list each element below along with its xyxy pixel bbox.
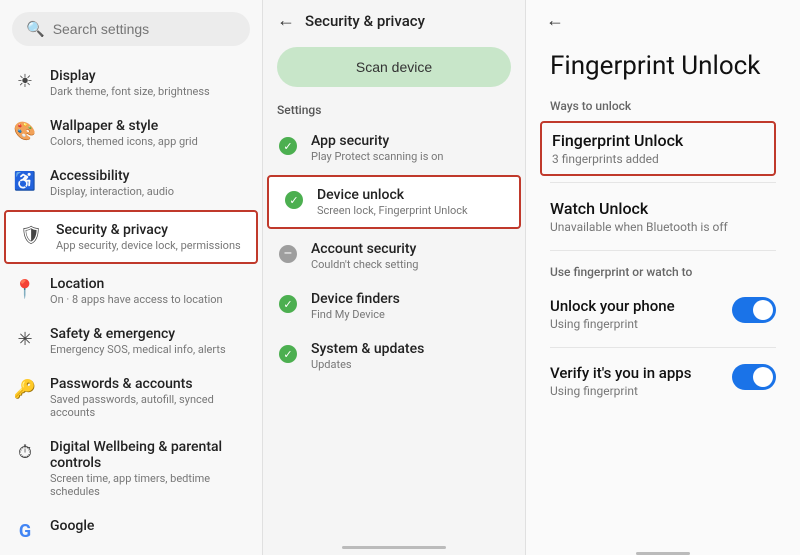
divider-2 <box>550 250 776 251</box>
toggle-row-verify-apps: Verify it's you in apps Using fingerprin… <box>550 354 776 408</box>
divider-1 <box>550 182 776 183</box>
unlock-phone-toggle-title: Unlock your phone <box>550 297 675 315</box>
sidebar-item-passwords-subtitle: Saved passwords, autofill, synced accoun… <box>50 393 248 419</box>
sidebar-item-accessibility-title: Accessibility <box>50 168 174 184</box>
middle-panel: ← Security & privacy Scan device Setting… <box>263 0 526 555</box>
location-icon: 📍 <box>14 278 36 300</box>
divider-3 <box>550 347 776 348</box>
sidebar-item-accessibility-subtitle: Display, interaction, audio <box>50 185 174 198</box>
mid-item-device-finders[interactable]: ✓ Device finders Find My Device <box>263 281 525 331</box>
sidebar-item-security[interactable]: 🛡 Security & privacy App security, devic… <box>4 210 258 264</box>
mid-section-label: Settings <box>263 99 525 123</box>
toggle-row-unlock-phone: Unlock your phone Using fingerprint <box>550 287 776 341</box>
mid-item-system-updates[interactable]: ✓ System & updates Updates <box>263 331 525 381</box>
right-header: ← <box>526 0 800 41</box>
wallpaper-icon: 🎨 <box>14 120 36 142</box>
mid-back-button[interactable]: ← <box>277 10 295 31</box>
account-security-title: Account security <box>311 241 419 257</box>
search-icon: 🔍 <box>26 20 45 38</box>
sidebar-item-display-subtitle: Dark theme, font size, brightness <box>50 85 210 98</box>
account-security-subtitle: Couldn't check setting <box>311 258 419 271</box>
nav-items: ☀ Display Dark theme, font size, brightn… <box>0 54 262 555</box>
app-security-subtitle: Play Protect scanning is on <box>311 150 443 163</box>
watch-unlock-title: Watch Unlock <box>550 199 776 218</box>
sidebar-item-wellbeing-title: Digital Wellbeing & parental controls <box>50 439 248 471</box>
mid-items-list: ✓ App security Play Protect scanning is … <box>263 123 525 540</box>
verify-apps-toggle-title: Verify it's you in apps <box>550 364 691 382</box>
sidebar-item-safety-subtitle: Emergency SOS, medical info, alerts <box>50 343 226 356</box>
mid-item-account-security[interactable]: – Account security Couldn't check settin… <box>263 231 525 281</box>
fingerprint-unlock-title: Fingerprint Unlock <box>552 131 764 150</box>
sidebar-item-passwords[interactable]: 🔑 Passwords & accounts Saved passwords, … <box>0 366 262 429</box>
account-security-status-icon: – <box>277 243 299 265</box>
page-title: Fingerprint Unlock <box>550 51 776 81</box>
right-item-fingerprint-unlock[interactable]: Fingerprint Unlock 3 fingerprints added <box>540 121 776 176</box>
system-updates-status-icon: ✓ <box>277 343 299 365</box>
sidebar-item-display[interactable]: ☀ Display Dark theme, font size, brightn… <box>0 58 262 108</box>
device-unlock-title: Device unlock <box>317 187 468 203</box>
sidebar-item-location[interactable]: 📍 Location On · 8 apps have access to lo… <box>0 266 262 316</box>
sidebar-item-passwords-title: Passwords & accounts <box>50 376 248 392</box>
right-main-content: Fingerprint Unlock Ways to unlock Finger… <box>526 41 800 552</box>
scan-device-button[interactable]: Scan device <box>277 47 511 87</box>
sidebar-item-security-subtitle: App security, device lock, permissions <box>56 239 241 252</box>
accessibility-icon: ♿ <box>14 170 36 192</box>
safety-icon: ✳ <box>14 328 36 350</box>
sidebar-item-google-title: Google <box>50 518 94 534</box>
mid-item-app-security[interactable]: ✓ App security Play Protect scanning is … <box>263 123 525 173</box>
sidebar-item-safety-title: Safety & emergency <box>50 326 226 342</box>
sidebar-item-display-title: Display <box>50 68 210 84</box>
device-unlock-subtitle: Screen lock, Fingerprint Unlock <box>317 204 468 217</box>
verify-apps-toggle-subtitle: Using fingerprint <box>550 384 691 398</box>
right-panel: ← Fingerprint Unlock Ways to unlock Fing… <box>526 0 800 555</box>
sidebar-item-security-title: Security & privacy <box>56 222 241 238</box>
left-panel: 🔍 ☀ Display Dark theme, font size, brigh… <box>0 0 263 555</box>
sidebar-item-wellbeing-subtitle: Screen time, app timers, bedtime schedul… <box>50 472 248 498</box>
display-icon: ☀ <box>14 70 36 92</box>
sidebar-item-wallpaper[interactable]: 🎨 Wallpaper & style Colors, themed icons… <box>0 108 262 158</box>
sidebar-item-location-subtitle: On · 8 apps have access to location <box>50 293 223 306</box>
fingerprint-unlock-subtitle: 3 fingerprints added <box>552 152 764 166</box>
sidebar-item-safety[interactable]: ✳ Safety & emergency Emergency SOS, medi… <box>0 316 262 366</box>
device-finders-status-icon: ✓ <box>277 293 299 315</box>
device-finders-title: Device finders <box>311 291 400 307</box>
search-bar[interactable]: 🔍 <box>12 12 250 46</box>
sidebar-item-accessibility[interactable]: ♿ Accessibility Display, interaction, au… <box>0 158 262 208</box>
watch-unlock-subtitle: Unavailable when Bluetooth is off <box>550 220 776 234</box>
ways-to-unlock-label: Ways to unlock <box>550 99 776 113</box>
mid-item-device-unlock[interactable]: ✓ Device unlock Screen lock, Fingerprint… <box>267 175 521 229</box>
search-input[interactable] <box>53 21 236 37</box>
right-item-watch-unlock[interactable]: Watch Unlock Unavailable when Bluetooth … <box>550 189 776 244</box>
mid-panel-title: Security & privacy <box>305 12 425 30</box>
right-back-button[interactable]: ← <box>546 10 564 31</box>
mid-header: ← Security & privacy <box>263 0 525 41</box>
google-icon: G <box>14 520 36 542</box>
device-unlock-status-icon: ✓ <box>283 189 305 211</box>
verify-apps-toggle[interactable] <box>732 364 776 390</box>
mid-scroll-indicator <box>342 546 447 549</box>
system-updates-subtitle: Updates <box>311 358 424 371</box>
sidebar-item-location-title: Location <box>50 276 223 292</box>
security-icon: 🛡 <box>20 224 42 246</box>
sidebar-item-wallpaper-title: Wallpaper & style <box>50 118 198 134</box>
passwords-icon: 🔑 <box>14 378 36 400</box>
sidebar-item-wallpaper-subtitle: Colors, themed icons, app grid <box>50 135 198 148</box>
sidebar-item-wellbeing[interactable]: ⏱ Digital Wellbeing & parental controls … <box>0 429 262 508</box>
wellbeing-icon: ⏱ <box>14 441 36 463</box>
device-finders-subtitle: Find My Device <box>311 308 400 321</box>
system-updates-title: System & updates <box>311 341 424 357</box>
app-security-title: App security <box>311 133 443 149</box>
unlock-phone-toggle[interactable] <box>732 297 776 323</box>
unlock-phone-toggle-subtitle: Using fingerprint <box>550 317 675 331</box>
use-fingerprint-label: Use fingerprint or watch to <box>550 265 776 279</box>
app-security-status-icon: ✓ <box>277 135 299 157</box>
sidebar-item-google[interactable]: G Google <box>0 508 262 552</box>
